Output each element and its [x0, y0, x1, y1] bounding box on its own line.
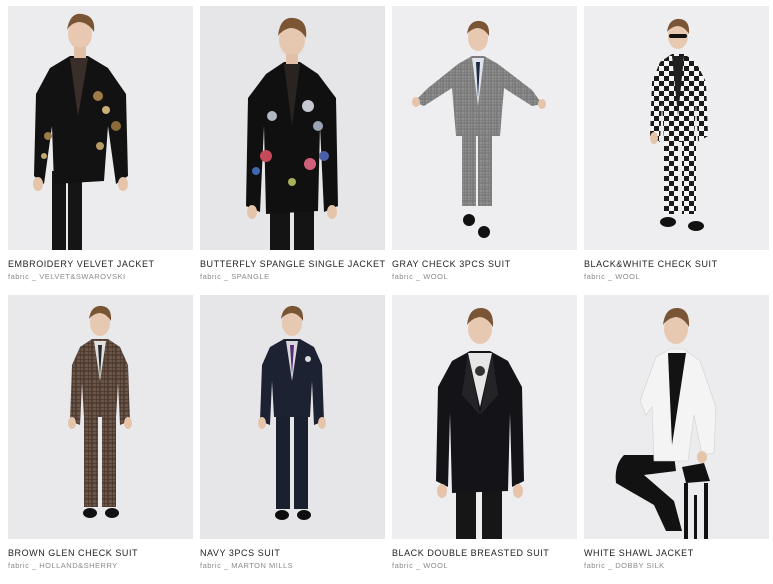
product-name[interactable]: NAVY 3PCS SUIT	[200, 548, 385, 559]
product-name[interactable]: BUTTERFLY SPANGLE SINGLE JACKET	[200, 259, 385, 270]
product-fabric: fabric _ WOOL	[392, 272, 577, 282]
product-card[interactable]: GRAY CHECK 3PCS SUIT fabric _ WOOL	[392, 6, 577, 295]
fabric-value: MARTON MILLS	[231, 561, 294, 570]
product-name[interactable]: BLACK&WHITE CHECK SUIT	[584, 259, 769, 270]
fabric-label: fabric _	[8, 272, 37, 281]
fabric-value: HOLLAND&SHERRY	[39, 561, 118, 570]
product-card[interactable]: BLACK DOUBLE BREASTED SUIT fabric _ WOOL	[392, 295, 577, 584]
fabric-value: WOOL	[423, 561, 449, 570]
product-grid: EMBROIDERY VELVET JACKET fabric _ VELVET…	[8, 6, 769, 584]
fabric-label: fabric _	[200, 561, 229, 570]
product-card[interactable]: WHITE SHAWL JACKET fabric _ DOBBY SILK	[584, 295, 769, 584]
product-name[interactable]: EMBROIDERY VELVET JACKET	[8, 259, 193, 270]
product-fabric: fabric _ DOBBY SILK	[584, 561, 769, 571]
fabric-label: fabric _	[392, 561, 421, 570]
product-name[interactable]: BLACK DOUBLE BREASTED SUIT	[392, 548, 577, 559]
product-photo[interactable]	[392, 6, 577, 250]
fabric-label: fabric _	[8, 561, 37, 570]
fabric-label: fabric _	[392, 272, 421, 281]
fabric-value: DOBBY SILK	[615, 561, 665, 570]
product-card[interactable]: BLACK&WHITE CHECK SUIT fabric _ WOOL	[584, 6, 769, 295]
fabric-value: SPANGLE	[231, 272, 270, 281]
fabric-label: fabric _	[584, 561, 613, 570]
product-photo[interactable]	[200, 295, 385, 539]
product-fabric: fabric _ VELVET&SWAROVSKI	[8, 272, 193, 282]
product-photo[interactable]	[584, 295, 769, 539]
product-photo[interactable]	[200, 6, 385, 250]
product-card[interactable]: BUTTERFLY SPANGLE SINGLE JACKET fabric _…	[200, 6, 385, 295]
fabric-value: WOOL	[615, 272, 641, 281]
product-fabric: fabric _ SPANGLE	[200, 272, 385, 282]
product-photo[interactable]	[8, 6, 193, 250]
fabric-label: fabric _	[584, 272, 613, 281]
fabric-value: VELVET&SWAROVSKI	[39, 272, 126, 281]
product-card[interactable]: EMBROIDERY VELVET JACKET fabric _ VELVET…	[8, 6, 193, 295]
fabric-value: WOOL	[423, 272, 449, 281]
product-photo[interactable]	[8, 295, 193, 539]
fabric-label: fabric _	[200, 272, 229, 281]
product-name[interactable]: BROWN GLEN CHECK SUIT	[8, 548, 193, 559]
product-photo[interactable]	[584, 6, 769, 250]
product-card[interactable]: BROWN GLEN CHECK SUIT fabric _ HOLLAND&S…	[8, 295, 193, 584]
product-photo[interactable]	[392, 295, 577, 539]
product-name[interactable]: WHITE SHAWL JACKET	[584, 548, 769, 559]
product-fabric: fabric _ MARTON MILLS	[200, 561, 385, 571]
product-name[interactable]: GRAY CHECK 3PCS SUIT	[392, 259, 577, 270]
product-card[interactable]: NAVY 3PCS SUIT fabric _ MARTON MILLS	[200, 295, 385, 584]
product-fabric: fabric _ WOOL	[392, 561, 577, 571]
product-fabric: fabric _ WOOL	[584, 272, 769, 282]
product-fabric: fabric _ HOLLAND&SHERRY	[8, 561, 193, 571]
